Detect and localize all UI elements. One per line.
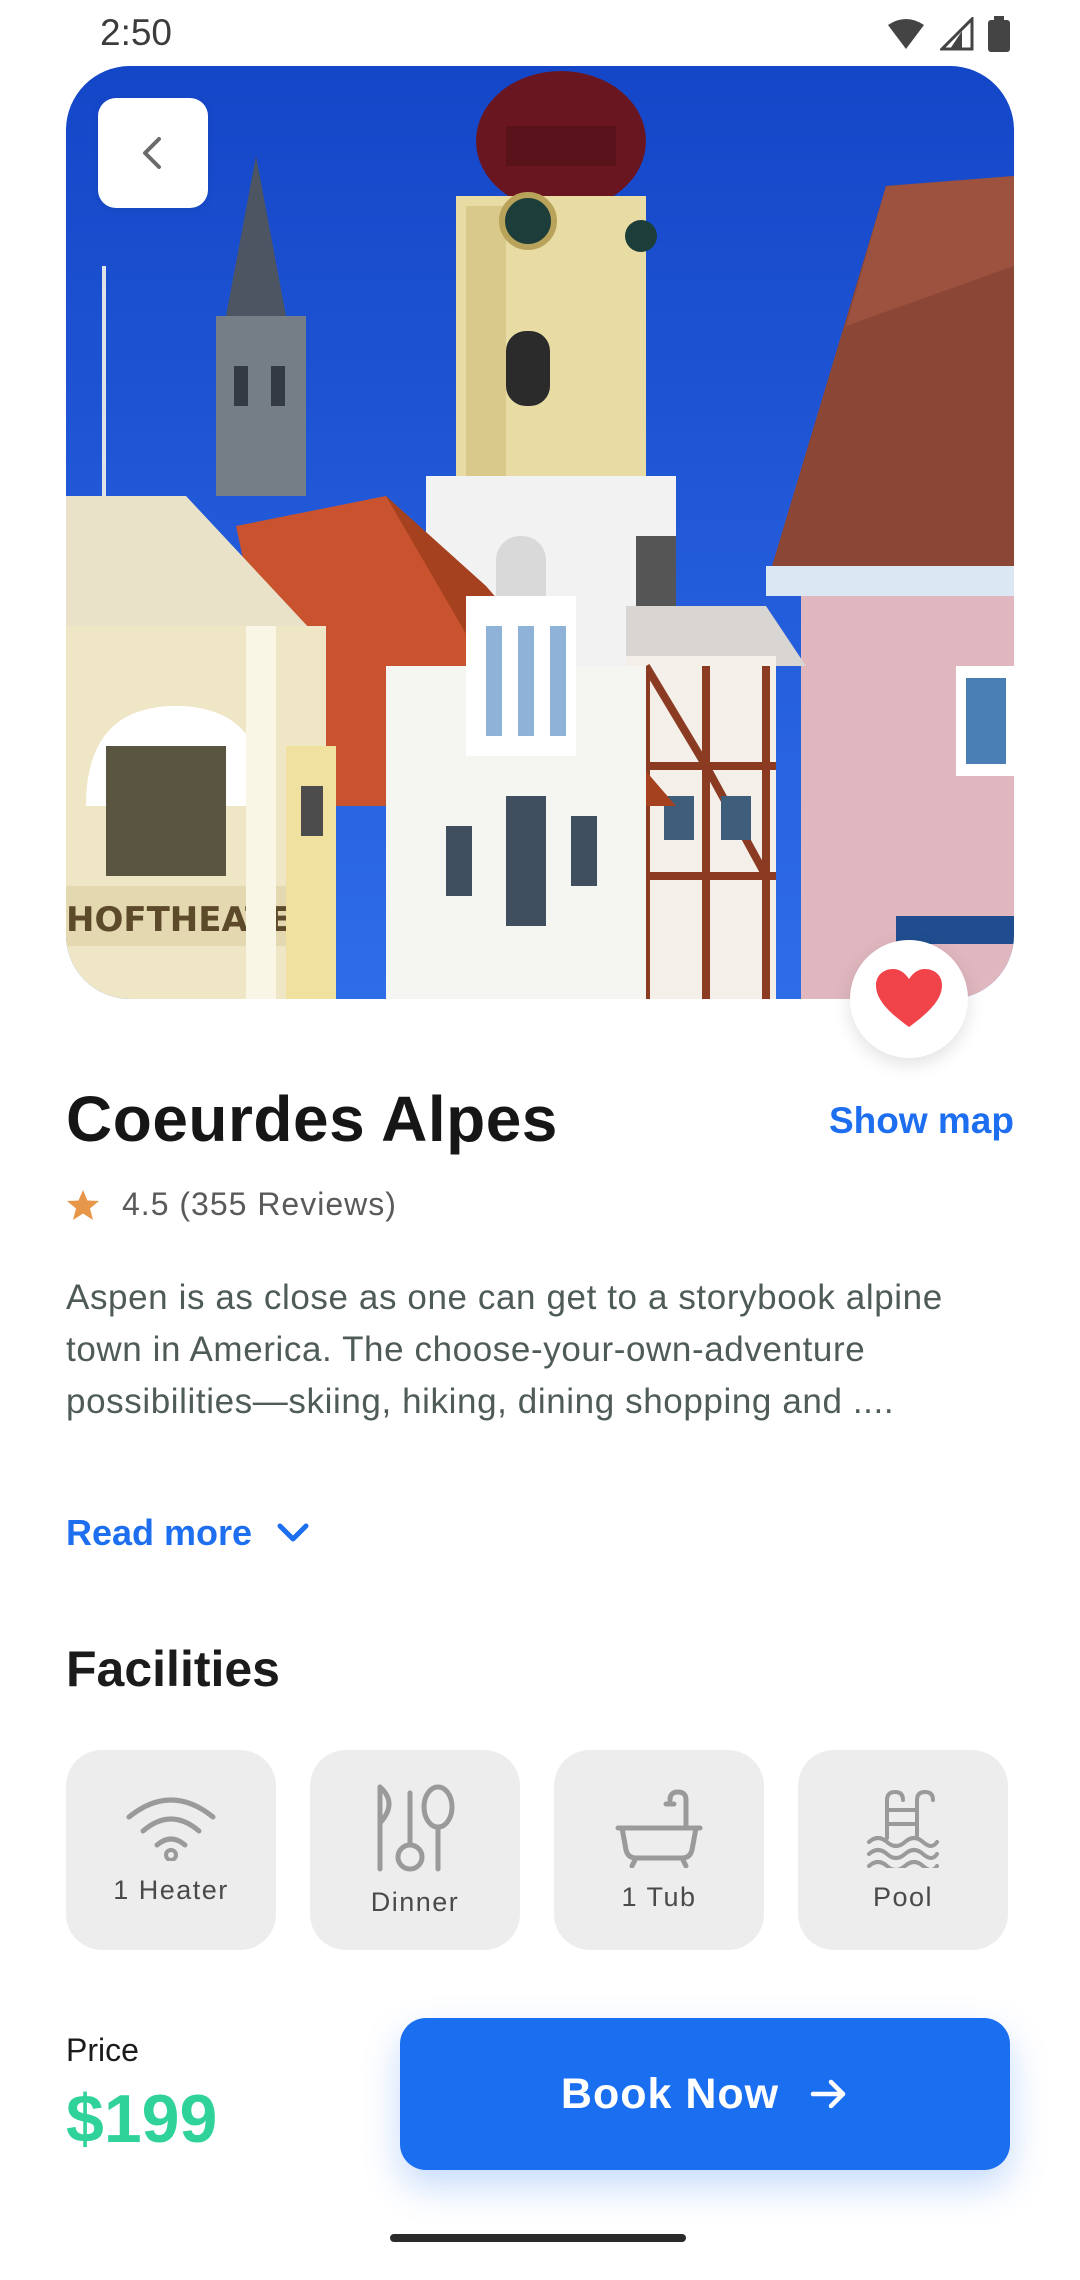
home-indicator[interactable]	[390, 2234, 686, 2242]
place-title: Coeurdes Alpes	[66, 1083, 558, 1155]
rating: 4.5 (355 Reviews)	[66, 1186, 397, 1223]
facility-label: 1 Tub	[621, 1881, 697, 1912]
bathtub-icon	[615, 1789, 703, 1868]
back-button[interactable]	[98, 98, 208, 208]
facility-label: Pool	[872, 1881, 934, 1912]
star-icon	[67, 1189, 99, 1220]
town-illustration: HOFTHEATER	[66, 66, 1014, 999]
book-now-button[interactable]: Book Now	[400, 2018, 1010, 2170]
dinner-icon	[377, 1784, 455, 1871]
read-more-button[interactable]: Read more	[66, 1512, 310, 1554]
facility-tub[interactable]: 1 Tub	[554, 1750, 764, 1950]
hero-image: HOFTHEATER	[66, 66, 1014, 999]
price-label: Price	[66, 2032, 139, 2068]
show-map-link[interactable]: Show map	[829, 1100, 1014, 1142]
status-time: 2:50	[100, 12, 173, 53]
facility-dinner[interactable]: Dinner	[310, 1750, 520, 1950]
book-now-label: Book Now	[560, 2069, 780, 2118]
cell-signal-icon	[940, 17, 974, 51]
chevron-down-icon	[277, 1523, 309, 1542]
svg-text:HOFTHEATER: HOFTHEATER	[66, 900, 318, 940]
facility-label: Dinner	[370, 1886, 460, 1917]
facility-heater[interactable]: 1 Heater	[66, 1750, 276, 1950]
pool-icon	[867, 1789, 939, 1868]
facilities-list: 1 Heater Dinner 1 Tub Pool	[66, 1750, 1008, 1950]
read-more-label: Read more	[66, 1512, 253, 1553]
battery-icon	[988, 16, 1010, 52]
facilities-title: Facilities	[66, 1641, 280, 1697]
facility-label: 1 Heater	[113, 1874, 229, 1905]
favorite-button[interactable]	[850, 940, 968, 1058]
status-bar: 2:50	[0, 0, 1080, 64]
price-value: $199	[66, 2081, 218, 2157]
rating-text: 4.5 (355 Reviews)	[122, 1186, 397, 1222]
heart-icon	[876, 969, 942, 1027]
facility-pool[interactable]: Pool	[798, 1750, 1008, 1950]
wifi-signal-icon	[888, 19, 924, 49]
description: Aspen is as close as one can get to a st…	[66, 1278, 943, 1421]
status-icons	[886, 16, 1010, 52]
wifi-icon	[126, 1797, 216, 1861]
chevron-left-icon	[143, 137, 161, 169]
arrow-right-icon	[810, 2079, 846, 2109]
